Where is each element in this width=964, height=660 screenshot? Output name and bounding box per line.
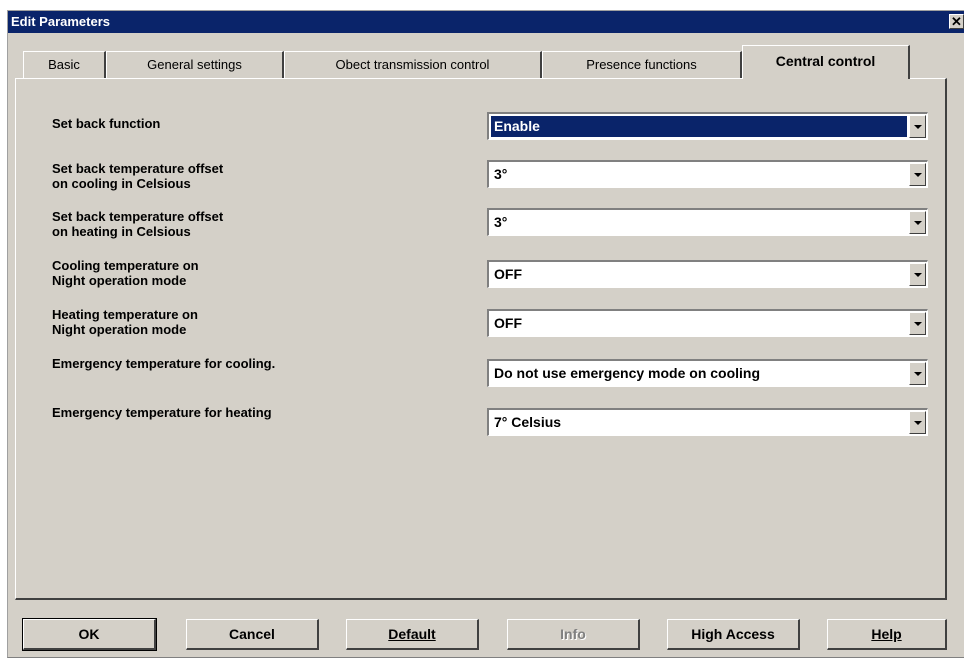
chevron-down-icon[interactable] <box>909 362 926 385</box>
set-back-function-select[interactable]: Enable <box>487 112 928 140</box>
combo-value: Enable <box>491 116 907 137</box>
chevron-down-icon[interactable] <box>909 263 926 286</box>
tab-label: Obect transmission control <box>335 57 490 72</box>
combo-value: 3° <box>494 214 508 230</box>
emergency-cooling-select[interactable]: Do not use emergency mode on cooling <box>487 359 928 387</box>
central-control-panel <box>15 78 947 600</box>
chevron-down-icon[interactable] <box>909 211 926 234</box>
help-button[interactable]: Help <box>827 619 947 650</box>
tab-label: Basic <box>48 57 80 72</box>
combo-value: OFF <box>494 266 522 282</box>
high-access-button[interactable]: High Access <box>667 619 800 650</box>
param-label-emergency-heating: Emergency temperature for heating <box>52 405 272 420</box>
heating-offset-select[interactable]: 3° <box>487 208 928 236</box>
combo-value: 3° <box>494 166 508 182</box>
close-icon: ✕ <box>951 14 962 29</box>
param-label-emergency-cooling: Emergency temperature for cooling. <box>52 356 276 371</box>
chevron-down-icon[interactable] <box>909 163 926 186</box>
window-title: Edit Parameters <box>11 14 110 29</box>
tab-basic[interactable]: Basic <box>23 51 106 78</box>
title-bar: Edit Parameters ✕ <box>8 11 964 33</box>
heating-night-select[interactable]: OFF <box>487 309 928 337</box>
info-button[interactable]: Info <box>507 619 640 650</box>
chevron-down-icon[interactable] <box>909 411 926 434</box>
tab-label: General settings <box>147 57 242 72</box>
default-button[interactable]: Default <box>346 619 479 650</box>
combo-value: 7° Celsius <box>494 414 562 430</box>
combo-value: OFF <box>494 315 522 331</box>
chevron-down-icon[interactable] <box>909 312 926 335</box>
emergency-heating-select[interactable]: 7° Celsius <box>487 408 928 436</box>
close-button[interactable]: ✕ <box>949 14 964 29</box>
param-label-heating-offset: Set back temperature offset on heating i… <box>52 209 224 239</box>
tab-label: Central control <box>775 53 876 69</box>
param-label-cooling-night: Cooling temperature on Night operation m… <box>52 258 199 288</box>
cooling-offset-select[interactable]: 3° <box>487 160 928 188</box>
combo-value: Do not use emergency mode on cooling <box>494 365 761 381</box>
tab-general-settings[interactable]: General settings <box>106 51 284 78</box>
tab-presence-functions[interactable]: Presence functions <box>542 51 742 78</box>
param-label-cooling-offset: Set back temperature offset on cooling i… <box>52 161 224 191</box>
tab-central-control[interactable]: Central control <box>742 45 910 79</box>
cancel-button[interactable]: Cancel <box>186 619 319 650</box>
param-label-heating-night: Heating temperature on Night operation m… <box>52 307 198 337</box>
tab-label: Presence functions <box>586 57 697 72</box>
cooling-night-select[interactable]: OFF <box>487 260 928 288</box>
param-label-set-back-function: Set back function <box>52 116 161 131</box>
chevron-down-icon[interactable] <box>909 115 926 138</box>
tab-object-transmission-control[interactable]: Obect transmission control <box>284 51 542 78</box>
ok-button[interactable]: OK <box>22 618 157 651</box>
